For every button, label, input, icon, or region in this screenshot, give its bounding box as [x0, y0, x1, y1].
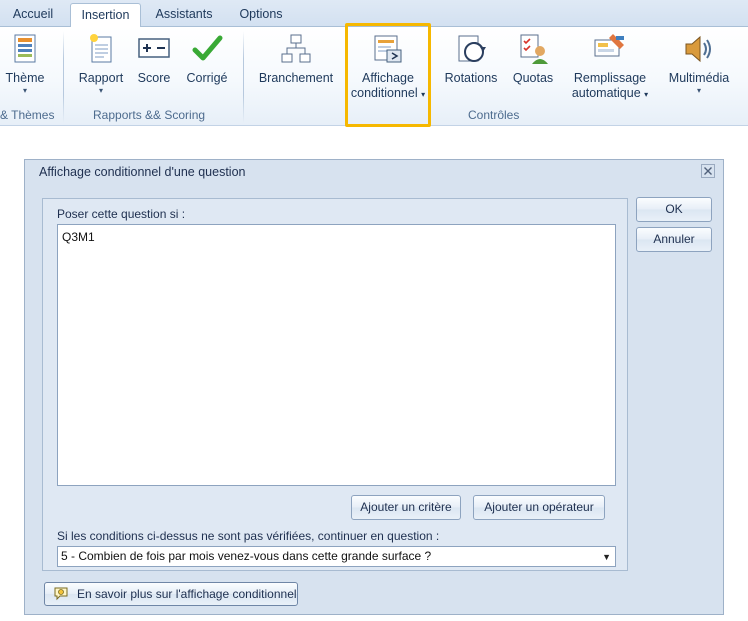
- dialog-title: Affichage conditionnel d'une question: [39, 165, 246, 179]
- rapport-button[interactable]: Rapport ▾: [76, 32, 126, 96]
- group-label-controles: Contrôles: [468, 108, 520, 122]
- add-criterion-button[interactable]: Ajouter un critère: [351, 495, 461, 520]
- remplissage-label-line1: Remplissage: [573, 71, 647, 85]
- group-separator: [63, 31, 64, 123]
- rapport-label: Rapport: [78, 71, 124, 85]
- rotations-button[interactable]: Rotations: [442, 32, 500, 86]
- ok-button[interactable]: OK: [636, 197, 712, 222]
- flowchart-icon: [281, 34, 311, 63]
- theme-button[interactable]: Thème ▾: [0, 32, 50, 96]
- rapport-dropdown-arrow: ▾: [98, 86, 103, 95]
- report-icon: [90, 34, 112, 63]
- rotations-label: Rotations: [444, 71, 498, 85]
- remplissage-dropdown-arrow: ▾: [644, 90, 649, 99]
- corrige-button[interactable]: Corrigé: [182, 32, 232, 86]
- group-separator: [243, 31, 244, 123]
- branchement-button[interactable]: Branchement: [256, 32, 336, 86]
- score-button[interactable]: Score: [134, 32, 174, 86]
- help-lightbulb-icon: [54, 587, 68, 601]
- autofill-icon: [594, 34, 624, 57]
- help-button[interactable]: En savoir plus sur l'affichage condition…: [44, 582, 298, 606]
- remplissage-label-line2: automatique ▾: [566, 86, 654, 102]
- ask-question-label: Poser cette question si :: [57, 207, 186, 221]
- speaker-icon: [685, 35, 711, 63]
- theme-dropdown-arrow: ▾: [22, 86, 27, 95]
- help-label: En savoir plus sur l'affichage condition…: [77, 587, 297, 601]
- tab-insertion[interactable]: Insertion: [70, 3, 141, 28]
- quotas-icon: [520, 34, 548, 64]
- continue-question-value: 5 - Combien de fois par mois venez-vous …: [61, 549, 432, 563]
- ribbon: Accueil Insertion Assistants Options Thè…: [0, 0, 748, 127]
- plus-minus-icon: [138, 38, 170, 58]
- remplissage-automatique-button[interactable]: Remplissage automatique ▾: [566, 32, 654, 102]
- close-icon[interactable]: [701, 164, 715, 178]
- continue-question-select[interactable]: 5 - Combien de fois par mois venez-vous …: [57, 546, 616, 567]
- multimedia-dropdown-arrow: ▾: [696, 86, 701, 95]
- tab-accueil[interactable]: Accueil: [4, 3, 62, 27]
- quotas-button[interactable]: Quotas: [508, 32, 558, 86]
- corrige-label: Corrigé: [186, 71, 228, 85]
- add-operator-button[interactable]: Ajouter un opérateur: [473, 495, 605, 520]
- highlight-frame: [345, 23, 431, 127]
- rotation-icon: [458, 35, 486, 62]
- condition-textarea[interactable]: Q3M1: [57, 224, 616, 486]
- multimedia-label: Multimédia: [668, 71, 730, 85]
- multimedia-button[interactable]: Multimédia ▾: [662, 32, 736, 96]
- branchement-label: Branchement: [258, 71, 334, 85]
- chevron-down-icon: ▼: [602, 552, 611, 562]
- quotas-label: Quotas: [512, 71, 554, 85]
- group-label-rapports-scoring: Rapports && Scoring: [93, 108, 206, 122]
- group-label-themes: & Thèmes: [0, 108, 55, 122]
- condition-group: Poser cette question si : Q3M1 Ajouter u…: [42, 198, 628, 571]
- checkmark-icon: [192, 35, 223, 61]
- theme-icon: [14, 34, 36, 63]
- continue-question-label: Si les conditions ci-dessus ne sont pas …: [57, 529, 440, 543]
- tab-assistants[interactable]: Assistants: [148, 3, 220, 27]
- score-label: Score: [137, 71, 171, 85]
- remplissage-label-text: automatique: [571, 86, 641, 100]
- tab-options[interactable]: Options: [228, 3, 294, 27]
- theme-label: Thème: [5, 71, 45, 85]
- conditional-display-dialog: Affichage conditionnel d'une question Po…: [24, 159, 724, 615]
- cancel-button[interactable]: Annuler: [636, 227, 712, 252]
